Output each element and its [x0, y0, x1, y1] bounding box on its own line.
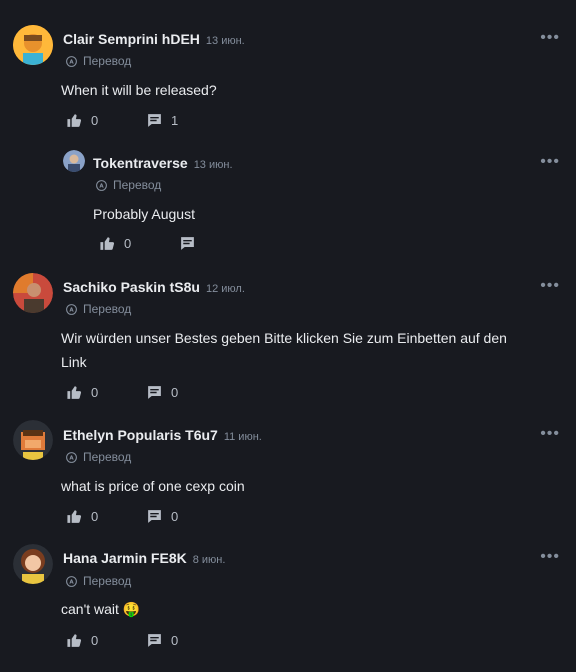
- comment-text: what is price of one cexp coin: [61, 478, 245, 494]
- thumbs-up-icon: [66, 508, 83, 525]
- comment-text: When it will be released?: [61, 82, 217, 98]
- translate-link[interactable]: Перевод: [65, 302, 131, 316]
- like-button[interactable]: 0: [99, 235, 179, 252]
- reply-count: 0: [171, 384, 179, 400]
- comment-icon: [146, 508, 163, 525]
- comment-icon: [179, 235, 196, 252]
- more-button[interactable]: •••: [540, 29, 560, 47]
- translate-link[interactable]: Перевод: [65, 54, 131, 68]
- author-name[interactable]: Hana Jarmin FE8K 8 июн.: [63, 550, 225, 566]
- comment-item: Hana Jarmin FE8K 8 июн. Перевод can't wai…: [0, 540, 576, 672]
- comment-icon: [146, 384, 163, 401]
- reply-item: Tokentraverse 13 июн. Перевод Probably Au…: [0, 140, 576, 260]
- comment-item: Sachiko Paskin tS8u 12 июл. Перевод Wir w…: [0, 260, 576, 410]
- author-name[interactable]: Clair Semprini hDEH 13 июн.: [63, 31, 245, 47]
- comment-text: can't wait 🤑: [61, 601, 141, 617]
- avatar[interactable]: [13, 273, 53, 313]
- reply-button[interactable]: 0: [146, 384, 178, 401]
- reply-count: 0: [171, 508, 179, 524]
- like-button[interactable]: 0: [66, 112, 146, 129]
- like-button[interactable]: 0: [66, 632, 146, 649]
- author-name[interactable]: Tokentraverse 13 июн.: [93, 155, 233, 171]
- reply-button[interactable]: [179, 235, 204, 252]
- translate-icon: [65, 451, 78, 464]
- thumbs-up-icon: [99, 235, 116, 252]
- like-count: 0: [91, 384, 99, 400]
- reply-count: 1: [171, 112, 179, 128]
- avatar[interactable]: [13, 544, 53, 584]
- thumbs-up-icon: [66, 632, 83, 649]
- avatar[interactable]: [63, 150, 85, 172]
- more-button[interactable]: •••: [540, 548, 560, 566]
- reply-button[interactable]: 0: [146, 632, 178, 649]
- reply-count: 0: [171, 632, 179, 648]
- translate-icon: [65, 303, 78, 316]
- more-button[interactable]: •••: [540, 153, 560, 171]
- comment-item: Ethelyn Popularis T6u7 11 июн. Перевод wh…: [0, 410, 576, 540]
- more-button[interactable]: •••: [540, 277, 560, 295]
- comment-date: 12 июл.: [205, 283, 245, 295]
- comment-icon: [146, 632, 163, 649]
- comment-date: 8 июн.: [192, 554, 226, 566]
- author-name[interactable]: Sachiko Paskin tS8u 12 июл.: [63, 279, 245, 295]
- like-count: 0: [91, 508, 99, 524]
- comment-icon: [146, 112, 163, 129]
- reply-button[interactable]: 1: [146, 112, 178, 129]
- translate-icon: [65, 55, 78, 68]
- translate-link[interactable]: Перевод: [65, 450, 131, 464]
- like-count: 0: [91, 112, 99, 128]
- more-button[interactable]: •••: [540, 425, 560, 443]
- avatar[interactable]: [13, 25, 53, 65]
- avatar[interactable]: [13, 420, 53, 460]
- translate-icon: [65, 575, 78, 588]
- like-button[interactable]: 0: [66, 508, 146, 525]
- comment-item: Clair Semprini hDEH 13 июн. Перевод When …: [0, 0, 576, 140]
- comment-text: Wir würden unser Bestes geben Bitte klic…: [61, 330, 507, 370]
- author-name[interactable]: Ethelyn Popularis T6u7 11 июн.: [63, 427, 262, 443]
- like-count: 0: [124, 235, 132, 251]
- comment-text: Probably August: [93, 206, 195, 222]
- like-button[interactable]: 0: [66, 384, 146, 401]
- translate-icon: [95, 179, 108, 192]
- comment-date: 13 июн.: [193, 159, 233, 171]
- comment-date: 11 июн.: [223, 431, 262, 443]
- reply-button[interactable]: 0: [146, 508, 178, 525]
- thumbs-up-icon: [66, 112, 83, 129]
- translate-link[interactable]: Перевод: [95, 178, 161, 192]
- thumbs-up-icon: [66, 384, 83, 401]
- comment-date: 13 июн.: [205, 35, 245, 47]
- like-count: 0: [91, 632, 99, 648]
- translate-link[interactable]: Перевод: [65, 574, 131, 588]
